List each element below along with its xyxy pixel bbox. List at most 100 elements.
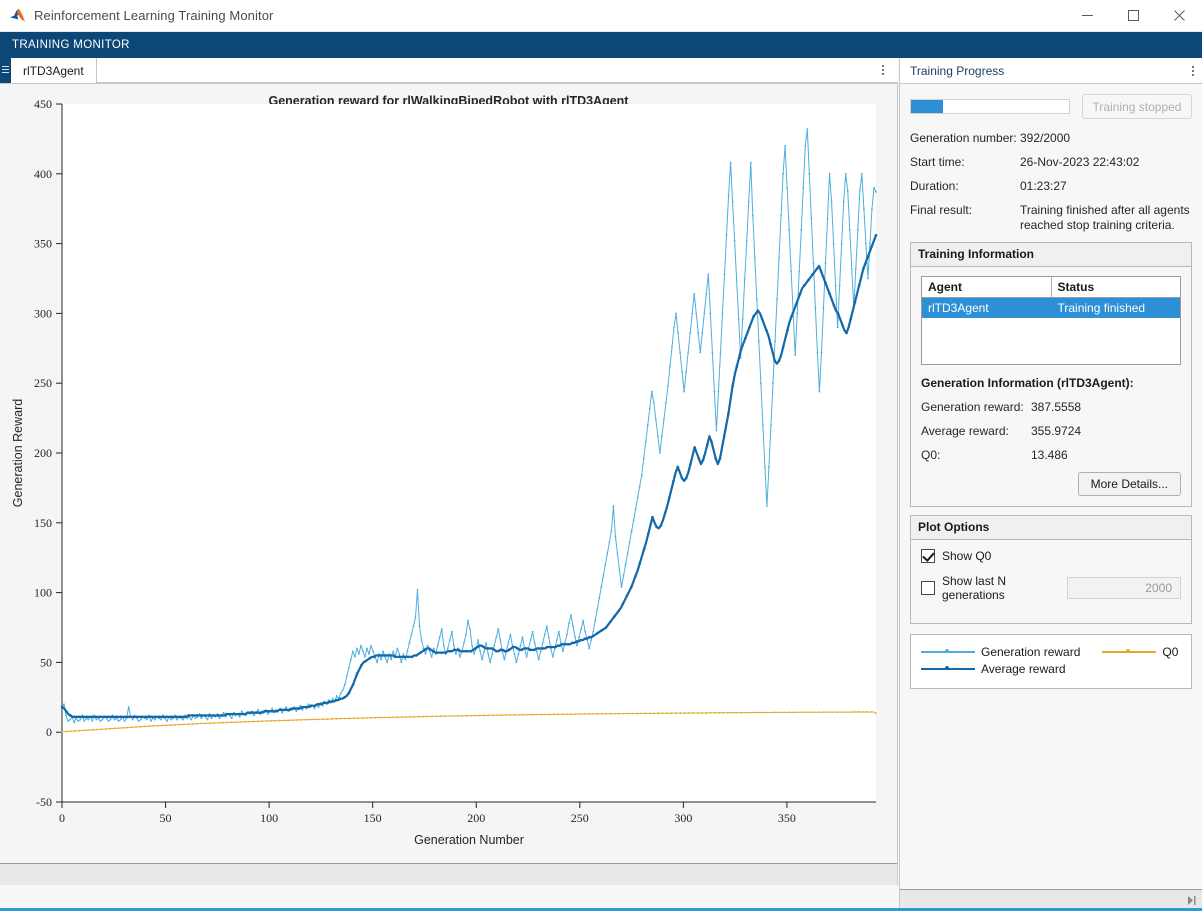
app-window: Reinforcement Learning Training Monitor … <box>0 0 1202 911</box>
show-q0-label: Show Q0 <box>942 549 991 563</box>
svg-text:150: 150 <box>34 516 52 530</box>
show-last-n-row[interactable]: Show last N generations 2000 <box>921 574 1181 602</box>
show-q0-row[interactable]: Show Q0 <box>921 549 1181 563</box>
training-progress-title: Training Progress <box>910 64 1192 78</box>
document-panel: rlTD3Agent Generation reward for rlWalki… <box>0 58 898 911</box>
legend-item-generation-reward: Generation reward <box>921 645 1080 659</box>
svg-text:100: 100 <box>34 586 52 600</box>
field-label: Final result: <box>910 203 1020 233</box>
vertical-dots-icon <box>882 65 884 75</box>
training-progress-panel: Training Progress Training stopped Gener… <box>899 58 1202 911</box>
chart-legend: Generation reward Q0 Average reward <box>910 634 1192 689</box>
tab-strip-filler <box>97 58 868 83</box>
svg-text:50: 50 <box>160 811 172 825</box>
svg-text:450: 450 <box>34 97 52 111</box>
svg-text:200: 200 <box>34 446 52 460</box>
legend-row-2: Average reward <box>921 662 1181 676</box>
legend-item-average-reward: Average reward <box>921 662 1066 676</box>
agent-status-table[interactable]: Agent Status rlTD3Agent Training finishe… <box>921 276 1181 365</box>
training-chart[interactable]: -50 0 50 100 150 200 250 300 350 400 450 0 50 100 150 2… <box>0 84 897 863</box>
field-q0: Q0: 13.486 <box>921 448 1181 462</box>
generation-information-title: Generation Information (rlTD3Agent): <box>921 376 1181 390</box>
svg-text:-50: -50 <box>36 795 52 809</box>
plot-options-title: Plot Options <box>911 516 1191 540</box>
svg-text:0: 0 <box>46 725 52 739</box>
show-last-n-label: Show last N generations <box>942 574 1060 602</box>
field-label: Average reward: <box>921 424 1031 438</box>
window-title-bar: Reinforcement Learning Training Monitor <box>0 0 1202 32</box>
svg-text:250: 250 <box>571 811 589 825</box>
tab-rltd3agent[interactable]: rlTD3Agent <box>11 58 97 83</box>
legend-label: Generation reward <box>981 645 1080 659</box>
svg-text:350: 350 <box>778 811 796 825</box>
button-row: More Details... <box>921 472 1181 496</box>
tab-overflow-menu-icon[interactable] <box>868 58 898 83</box>
field-value: 355.9724 <box>1031 424 1081 438</box>
table-row[interactable]: rlTD3Agent Training finished <box>922 298 1181 319</box>
show-last-n-input[interactable]: 2000 <box>1067 577 1181 599</box>
svg-text:250: 250 <box>34 376 52 390</box>
field-start-time: Start time: 26-Nov-2023 22:43:02 <box>910 155 1192 170</box>
svg-text:50: 50 <box>40 655 52 669</box>
svg-text:350: 350 <box>34 237 52 251</box>
close-button[interactable] <box>1156 0 1202 32</box>
field-label: Generation number: <box>910 131 1020 146</box>
field-label: Q0: <box>921 448 1031 462</box>
field-value: 01:23:27 <box>1020 179 1192 194</box>
svg-text:0: 0 <box>59 811 65 825</box>
legend-line-icon <box>1102 647 1156 657</box>
banner-label: TRAINING MONITOR <box>12 39 130 51</box>
progress-row: Training stopped <box>910 94 1192 119</box>
right-panel-horizontal-scrollbar[interactable] <box>900 889 1202 911</box>
svg-text:400: 400 <box>34 167 52 181</box>
scroll-right-icon[interactable] <box>1185 894 1198 907</box>
column-header-status: Status <box>1051 277 1181 298</box>
plot-horizontal-scrollbar[interactable] <box>0 863 898 885</box>
cell-status: Training finished <box>1051 298 1181 319</box>
legend-line-icon <box>921 647 975 657</box>
training-information-title: Training Information <box>911 243 1191 267</box>
progress-bar-fill <box>911 100 943 113</box>
minimize-button[interactable] <box>1064 0 1110 32</box>
cell-agent: rlTD3Agent <box>922 298 1052 319</box>
svg-text:Generation Reward: Generation Reward <box>11 399 25 507</box>
maximize-button[interactable] <box>1110 0 1156 32</box>
window-title: Reinforcement Learning Training Monitor <box>34 8 1064 23</box>
legend-item-q0: Q0 <box>1102 645 1178 659</box>
svg-text:Generation Number: Generation Number <box>414 833 524 847</box>
field-label: Duration: <box>910 179 1020 194</box>
show-last-n-checkbox[interactable] <box>921 581 935 595</box>
legend-label: Q0 <box>1162 645 1178 659</box>
field-value: 387.5558 <box>1031 400 1081 414</box>
svg-text:150: 150 <box>364 811 382 825</box>
training-stopped-button[interactable]: Training stopped <box>1082 94 1192 119</box>
panel-options-menu-icon[interactable] <box>1192 66 1194 76</box>
training-progress-bar <box>910 99 1070 114</box>
legend-label: Average reward <box>981 662 1066 676</box>
plot-area: Generation reward for rlWalkingBipedRobo… <box>0 84 898 885</box>
svg-text:300: 300 <box>34 306 52 320</box>
field-value: Training finished after all agents reach… <box>1020 203 1192 233</box>
svg-text:300: 300 <box>674 811 692 825</box>
field-label: Generation reward: <box>921 400 1031 414</box>
field-generation-reward: Generation reward: 387.5558 <box>921 400 1181 414</box>
svg-text:100: 100 <box>260 811 278 825</box>
field-generation-number: Generation number: 392/2000 <box>910 131 1192 146</box>
svg-text:200: 200 <box>467 811 485 825</box>
column-header-agent: Agent <box>922 277 1052 298</box>
window-controls <box>1064 0 1202 32</box>
legend-line-icon <box>921 664 975 674</box>
legend-row-1: Generation reward Q0 <box>921 645 1181 659</box>
field-value: 13.486 <box>1031 448 1068 462</box>
training-monitor-banner: TRAINING MONITOR <box>0 32 1202 58</box>
more-details-button[interactable]: More Details... <box>1078 472 1181 496</box>
field-duration: Duration: 01:23:27 <box>910 179 1192 194</box>
show-q0-checkbox[interactable] <box>921 549 935 563</box>
training-information-body: Agent Status rlTD3Agent Training finishe… <box>911 267 1191 506</box>
field-label: Start time: <box>910 155 1020 170</box>
plot-options-body: Show Q0 Show last N generations 2000 <box>911 540 1191 623</box>
field-average-reward: Average reward: 355.9724 <box>921 424 1181 438</box>
tab-grip-handle[interactable] <box>0 58 11 83</box>
field-value: 26-Nov-2023 22:43:02 <box>1020 155 1192 170</box>
table-empty-row <box>922 318 1181 364</box>
